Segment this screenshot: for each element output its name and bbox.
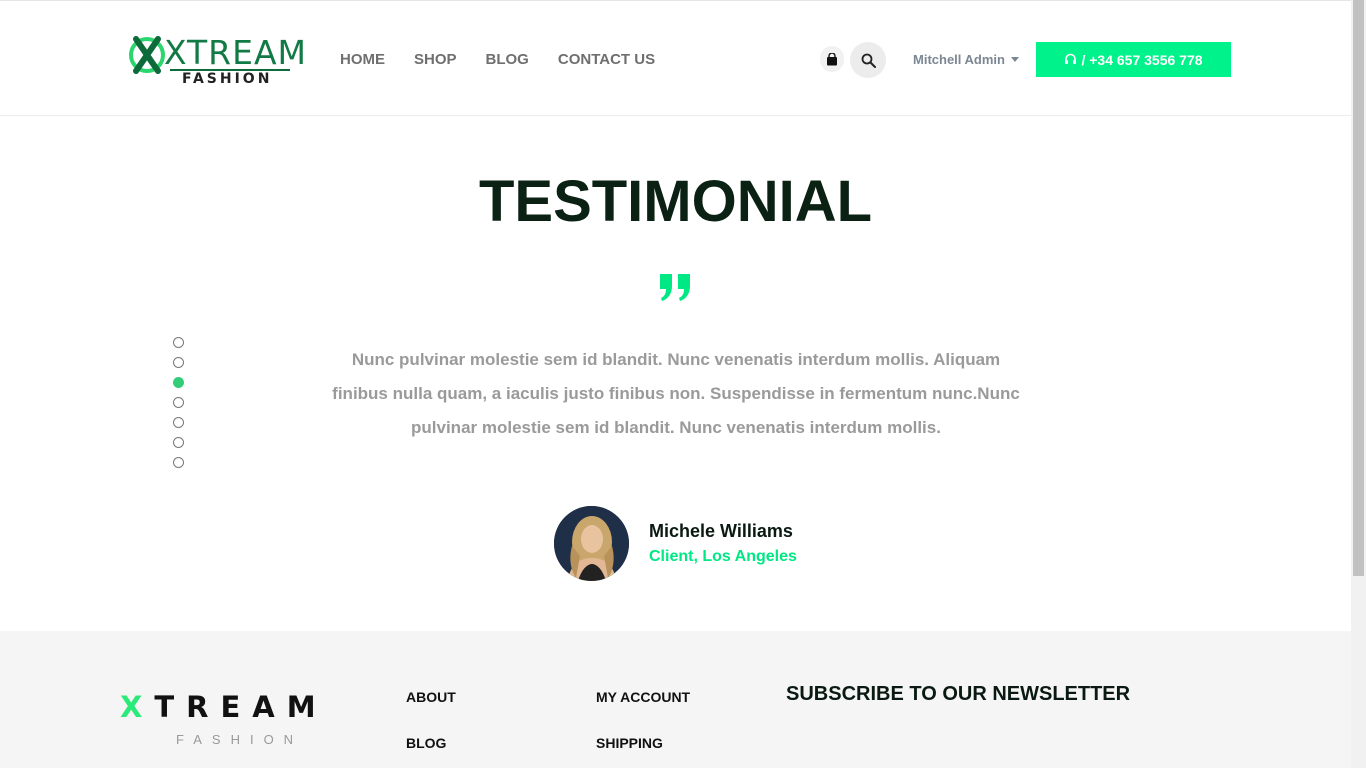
- slider-dot-4[interactable]: [173, 397, 184, 408]
- cart-button[interactable]: [820, 46, 844, 72]
- search-button[interactable]: [850, 42, 886, 78]
- site-header: XTREAM FASHION HOME SHOP BLOG CONTACT US…: [0, 0, 1351, 116]
- footer-link-my-account[interactable]: MY ACCOUNT: [596, 689, 690, 705]
- author-name: Michele Williams: [649, 521, 793, 541]
- shopping-bag-icon: [827, 52, 837, 65]
- chevron-down-icon: [1010, 57, 1019, 62]
- logo-brand-text: XTREAM: [164, 33, 308, 72]
- slider-dot-1[interactable]: [173, 337, 184, 348]
- nav-blog[interactable]: BLOG: [486, 51, 529, 68]
- slider-dot-7[interactable]: [173, 457, 184, 468]
- nav-shop[interactable]: SHOP: [414, 51, 457, 68]
- newsletter-title: SUBSCRIBE TO OUR NEWSLETTER: [786, 683, 1131, 705]
- slider-dot-6[interactable]: [173, 437, 184, 448]
- footer-logo-rest: TREAM: [154, 690, 328, 724]
- footer-logo-sub: FASHION: [176, 732, 304, 747]
- nav-home[interactable]: HOME: [340, 51, 385, 68]
- page-scrollbar[interactable]: [1351, 0, 1366, 768]
- footer-logo-x: X: [120, 690, 155, 724]
- footer-link-shipping[interactable]: SHIPPING: [596, 735, 663, 751]
- user-name: Mitchell Admin: [913, 52, 1005, 67]
- headset-icon: [1065, 53, 1077, 64]
- search-icon: [861, 53, 876, 68]
- author-avatar: [554, 506, 629, 581]
- phone-button[interactable]: / +34 657 3556 778: [1036, 42, 1231, 77]
- logo-sub-text: FASHION: [182, 71, 273, 87]
- author-info: Michele Williams Client, Los Angeles: [649, 521, 797, 566]
- main-nav: HOME SHOP BLOG CONTACT US: [340, 51, 684, 68]
- logo-x-mark-icon: [129, 36, 165, 74]
- scrollbar-thumb[interactable]: [1353, 0, 1364, 576]
- footer-logo[interactable]: XTREAM FASHION: [120, 690, 328, 747]
- brand-logo[interactable]: XTREAM FASHION: [128, 31, 306, 89]
- footer-link-about[interactable]: ABOUT: [406, 689, 456, 705]
- testimonial-author: Michele Williams Client, Los Angeles: [554, 506, 797, 581]
- user-menu-dropdown[interactable]: Mitchell Admin: [913, 52, 1019, 67]
- nav-contact-us[interactable]: CONTACT US: [558, 51, 655, 68]
- slider-dots: [173, 337, 184, 477]
- phone-number: / +34 657 3556 778: [1081, 51, 1203, 68]
- testimonial-quote: Nunc pulvinar molestie sem id blandit. N…: [332, 350, 1020, 437]
- quote-icon: [660, 274, 690, 301]
- footer-logo-text: XTREAM: [120, 690, 328, 724]
- slider-dot-5[interactable]: [173, 417, 184, 428]
- testimonial-title: TESTIMONIAL: [478, 169, 873, 234]
- author-role: Client, Los Angeles: [649, 548, 797, 565]
- footer-link-blog[interactable]: BLOG: [406, 735, 446, 751]
- slider-dot-3-active[interactable]: [173, 377, 184, 388]
- avatar-photo: [554, 506, 629, 581]
- slider-dot-2[interactable]: [173, 357, 184, 368]
